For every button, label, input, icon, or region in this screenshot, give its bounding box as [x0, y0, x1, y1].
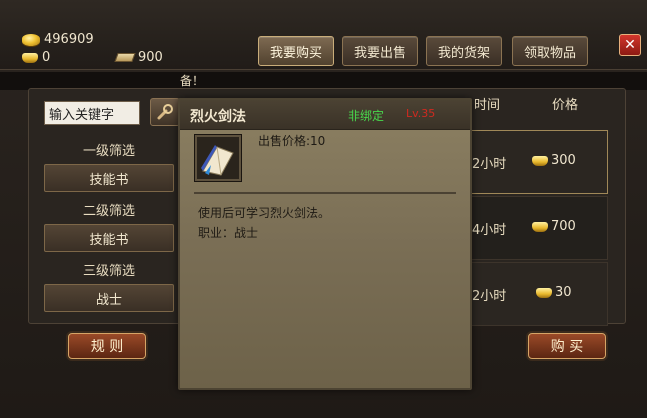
- tab-buy[interactable]: 我要购买: [258, 36, 334, 66]
- filter-level-3-label: 三级筛选: [82, 264, 135, 279]
- listing-price-value: 30: [555, 285, 572, 300]
- tab-claim-items[interactable]: 领取物品: [512, 36, 588, 66]
- listing-price: 30: [536, 285, 572, 300]
- listing-price: 300: [532, 153, 576, 168]
- coin-balance: 496909: [22, 32, 94, 47]
- listing-price-value: 700: [551, 219, 576, 234]
- bind-status: 非绑定: [348, 109, 385, 123]
- tooltip-divider: [194, 192, 456, 194]
- gold-ingot-icon: [22, 52, 38, 63]
- ticket-amount: 900: [138, 50, 163, 65]
- item-job-requirement: 职业：战士: [198, 226, 259, 240]
- close-icon: ✕: [624, 37, 636, 53]
- buy-button[interactable]: 购 买: [528, 333, 606, 359]
- listing-time: 2小时: [472, 157, 507, 172]
- listing-price-value: 300: [551, 153, 576, 168]
- gold-balance: 0: [22, 50, 50, 65]
- filter-level-2-select[interactable]: 技能书: [44, 224, 174, 252]
- rules-button[interactable]: 规 则: [68, 333, 146, 359]
- listing-price: 700: [532, 219, 576, 234]
- column-header-price: 价格: [552, 98, 579, 113]
- level-requirement: Lv.35: [406, 107, 436, 120]
- gold-ingot-icon: [532, 221, 548, 232]
- filter-level-1-label: 一级筛选: [82, 144, 135, 159]
- filter-level-2-label: 二级筛选: [82, 204, 135, 219]
- coin-amount: 496909: [44, 32, 94, 47]
- tab-my-shelf[interactable]: 我的货架: [426, 36, 502, 66]
- item-slot: [194, 134, 242, 182]
- ticket-balance: 900: [114, 50, 163, 65]
- gold-ingot-icon: [536, 287, 552, 298]
- close-button[interactable]: ✕: [619, 34, 641, 56]
- gold-ingot-icon: [532, 155, 548, 166]
- item-description: 使用后可学习烈火剑法。: [198, 206, 331, 220]
- keyword-search-input[interactable]: [44, 101, 140, 125]
- magnifier-icon: [157, 104, 173, 120]
- gold-amount: 0: [42, 50, 51, 65]
- search-button[interactable]: [150, 98, 180, 126]
- coin-icon: [22, 33, 40, 46]
- skill-book-icon: [201, 145, 234, 176]
- ticket-icon: [114, 53, 136, 62]
- filter-level-3-select[interactable]: 战士: [44, 284, 174, 312]
- sell-price: 出售价格:10: [258, 134, 326, 148]
- listing-time: 2小时: [472, 289, 507, 304]
- notice-text: 备！: [180, 74, 205, 88]
- item-tooltip: 烈火剑法 非绑定 Lv.35 出售价格:10 使用后可学习烈火剑法。 职业：战士: [178, 98, 472, 390]
- item-name: 烈火剑法: [190, 109, 246, 125]
- tab-sell[interactable]: 我要出售: [342, 36, 418, 66]
- trade-window: 496909 0 900 我要购买 我要出售 我的货架 领取物品 ✕ 备！ 一级…: [0, 0, 647, 418]
- column-header-time: 时间: [474, 98, 501, 113]
- filter-level-1-select[interactable]: 技能书: [44, 164, 174, 192]
- listing-time: 4小时: [472, 223, 507, 238]
